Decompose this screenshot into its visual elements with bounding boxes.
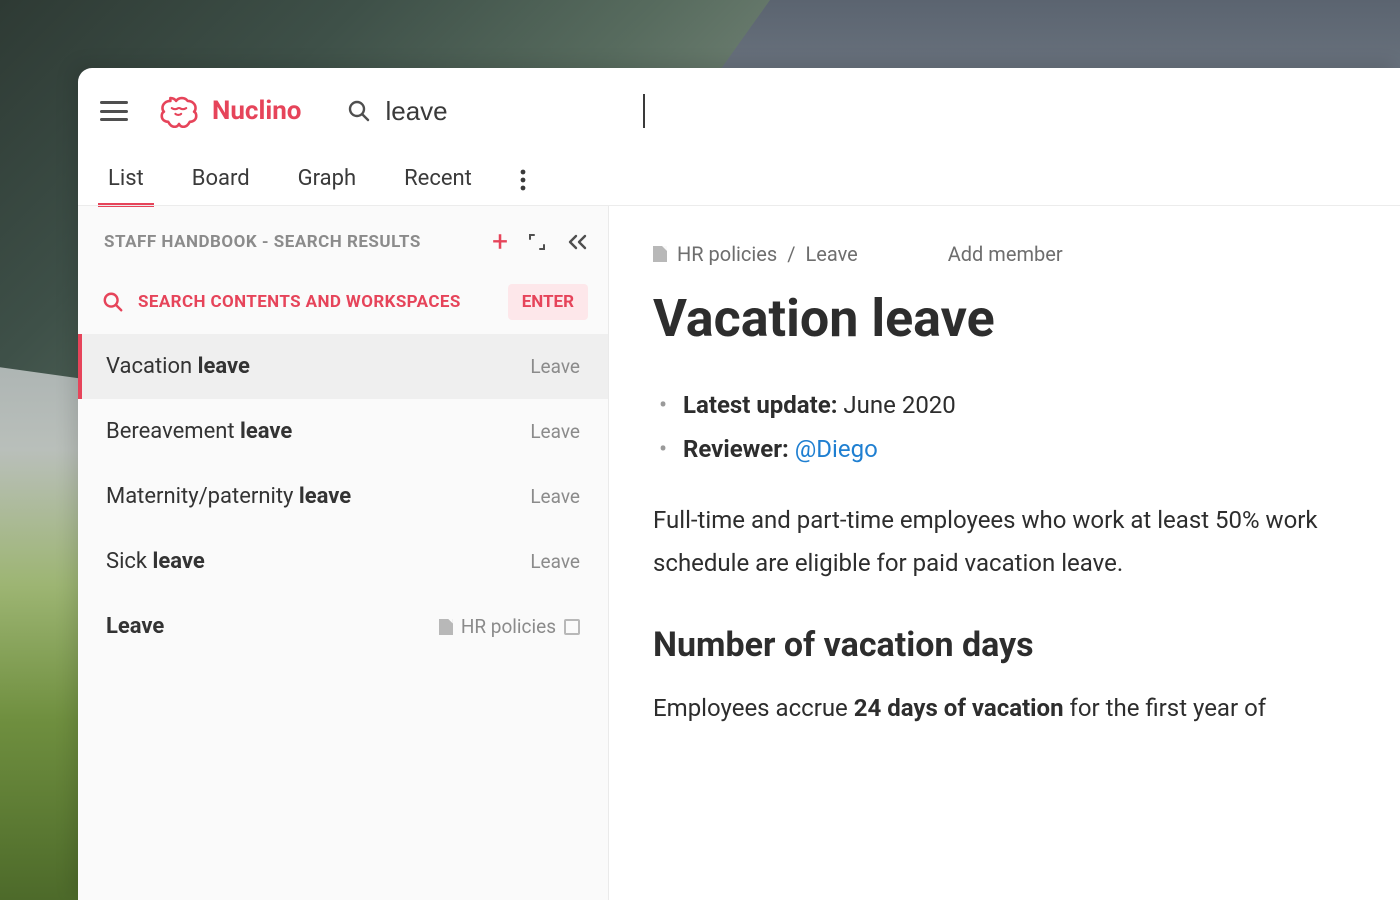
sidebar-title: STAFF HANDBOOK - SEARCH RESULTS — [104, 232, 474, 252]
meta-latest-update: Latest update: June 2020 — [653, 391, 1400, 419]
result-title: Maternity/paternity leave — [106, 484, 351, 509]
collapse-icon[interactable] — [566, 231, 588, 253]
section-para-prefix: Employees accrue — [653, 694, 854, 722]
section-paragraph: Employees accrue 24 days of vacation for… — [653, 687, 1400, 730]
search-result-item[interactable]: Vacation leave Leave — [78, 334, 608, 399]
breadcrumb-seg1: HR policies — [677, 242, 777, 266]
expand-icon[interactable] — [526, 231, 548, 253]
sidebar: STAFF HANDBOOK - SEARCH RESULTS + SEARCH… — [78, 206, 609, 900]
tab-recent[interactable]: Recent — [400, 156, 476, 205]
copy-icon — [564, 619, 580, 635]
app-window: Nuclino List Board Graph Recent STAFF HA… — [78, 68, 1400, 900]
sidebar-header: STAFF HANDBOOK - SEARCH RESULTS + — [78, 206, 608, 270]
main-split: STAFF HANDBOOK - SEARCH RESULTS + SEARCH… — [78, 206, 1400, 900]
result-title: Leave — [106, 614, 164, 639]
breadcrumb[interactable]: HR policies / Leave — [653, 242, 858, 266]
tab-graph[interactable]: Graph — [294, 156, 360, 205]
search-icon — [347, 99, 371, 123]
page-title: Vacation leave — [653, 288, 1400, 349]
result-category: Leave — [530, 550, 580, 573]
tab-board[interactable]: Board — [188, 156, 254, 205]
document-icon — [653, 246, 667, 262]
brain-icon — [156, 94, 202, 128]
result-title: Vacation leave — [106, 354, 250, 379]
result-category: Leave — [530, 485, 580, 508]
search-result-item[interactable]: Leave HR policies — [78, 594, 608, 659]
search-result-item[interactable]: Sick leave Leave — [78, 529, 608, 594]
meta-list: Latest update: June 2020 Reviewer: @Dieg… — [653, 391, 1400, 463]
result-category: Leave — [530, 355, 580, 378]
breadcrumb-sep: / — [787, 242, 795, 266]
search-result-item[interactable]: Maternity/paternity leave Leave — [78, 464, 608, 529]
intro-paragraph: Full-time and part-time employees who wo… — [653, 499, 1400, 585]
document-icon — [439, 619, 453, 635]
tabs-more-button[interactable] — [520, 169, 526, 191]
section-para-suffix: for the first year of — [1064, 694, 1267, 722]
view-tabs: List Board Graph Recent — [78, 154, 1400, 206]
search-all-row[interactable]: SEARCH CONTENTS AND WORKSPACES ENTER — [78, 270, 608, 334]
result-category: Leave — [530, 420, 580, 443]
topbar: Nuclino — [78, 68, 1400, 154]
add-member-button[interactable]: Add member — [948, 242, 1063, 266]
brand-logo[interactable]: Nuclino — [156, 94, 301, 128]
tab-list[interactable]: List — [104, 156, 148, 205]
meta-update-label: Latest update: — [683, 391, 837, 419]
menu-button[interactable] — [100, 101, 128, 121]
meta-reviewer: Reviewer: @Diego — [653, 435, 1400, 463]
enter-badge: ENTER — [508, 284, 588, 320]
result-title: Sick leave — [106, 549, 205, 574]
search-result-item[interactable]: Bereavement leave Leave — [78, 399, 608, 464]
search-results: Vacation leave Leave Bereavement leave Leav… — [78, 334, 608, 659]
reviewer-mention[interactable]: @Diego — [795, 435, 878, 463]
breadcrumb-seg2: Leave — [805, 242, 857, 266]
add-item-button[interactable]: + — [492, 228, 508, 256]
search-area — [347, 94, 645, 128]
section-heading: Number of vacation days — [653, 625, 1400, 665]
breadcrumb-row: HR policies / Leave Add member — [653, 242, 1400, 266]
result-title: Bereavement leave — [106, 419, 292, 444]
result-category: HR policies — [439, 615, 580, 638]
search-input[interactable] — [385, 94, 645, 128]
search-all-label: SEARCH CONTENTS AND WORKSPACES — [138, 292, 494, 312]
meta-reviewer-label: Reviewer: — [683, 435, 789, 463]
content-pane: HR policies / Leave Add member Vacation … — [609, 206, 1400, 900]
section-para-bold: 24 days of vacation — [854, 694, 1064, 722]
brand-name: Nuclino — [212, 96, 301, 126]
search-icon — [102, 291, 124, 313]
meta-update-value: June 2020 — [837, 391, 955, 419]
